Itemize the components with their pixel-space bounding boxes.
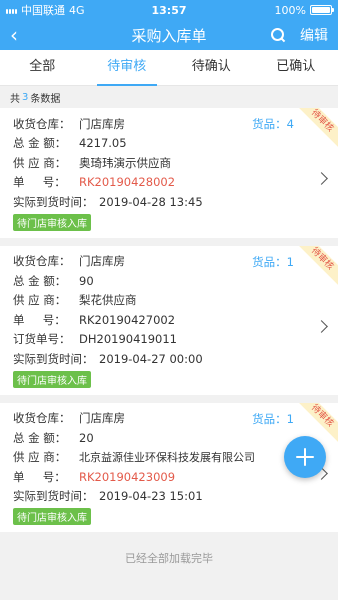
warehouse-label: 收货仓库： bbox=[13, 116, 71, 131]
battery-icon bbox=[310, 5, 334, 15]
arrival-label: 实际到货时间： bbox=[13, 351, 94, 366]
count-number: 3 bbox=[22, 91, 29, 103]
search-icon[interactable] bbox=[270, 27, 286, 43]
arrival-value: 2019-04-27 00:00 bbox=[99, 351, 203, 366]
supplier-label: 供 应 商： bbox=[13, 450, 67, 465]
status-badge: 待门店审核入库 bbox=[13, 508, 91, 525]
amount-label: 总 金 额： bbox=[13, 136, 67, 151]
supplier-value: 北京益源佳业环保科技发展有限公司 bbox=[79, 451, 255, 465]
doc-no-value: RK20190427002 bbox=[79, 312, 176, 327]
receipt-card[interactable]: 待审核 货品：1 收货仓库： 门店库房 总 金 额： 90 供 应 商： 梨花供应商 … bbox=[0, 245, 338, 395]
status-tabs: 全部 待审核 待确认 已确认 bbox=[0, 50, 338, 86]
plus-icon[interactable] bbox=[284, 436, 326, 478]
doc-no-value: RK20190423009 bbox=[79, 469, 176, 484]
arrival-label: 实际到货时间： bbox=[13, 489, 94, 504]
amount-value: 90 bbox=[79, 273, 94, 288]
load-complete-text: 已经全部加载完毕 bbox=[125, 552, 213, 565]
count-prefix: 共 bbox=[10, 93, 20, 105]
network-label: 4G bbox=[69, 3, 85, 17]
signal-icon bbox=[6, 6, 17, 14]
tab-all[interactable]: 全部 bbox=[0, 50, 85, 85]
amount-value: 4217.05 bbox=[79, 136, 127, 151]
amount-label: 总 金 额： bbox=[13, 430, 67, 445]
status-bar: 中国联通 4G 13:57 100% bbox=[0, 0, 338, 20]
order-no-label: 订货单号： bbox=[13, 332, 71, 347]
status-badge: 待门店审核入库 bbox=[13, 370, 91, 388]
supplier-label: 供 应 商： bbox=[13, 155, 67, 170]
supplier-label: 供 应 商： bbox=[13, 293, 67, 308]
order-no-value: DH20190419011 bbox=[79, 332, 177, 347]
arrival-label: 实际到货时间： bbox=[13, 194, 94, 209]
edit-button[interactable]: 编辑 bbox=[300, 25, 328, 45]
chevron-left-icon[interactable]: ‹ bbox=[10, 20, 30, 50]
warehouse-label: 收货仓库： bbox=[13, 411, 71, 426]
doc-no-label: 单 号： bbox=[13, 469, 66, 484]
arrival-value: 2019-04-23 15:01 bbox=[99, 489, 203, 504]
goods-count: 货品：1 bbox=[252, 254, 294, 269]
warehouse-value: 门店库房 bbox=[79, 254, 125, 269]
count-suffix: 条数据 bbox=[30, 93, 61, 105]
tab-confirmed[interactable]: 已确认 bbox=[254, 50, 338, 85]
status-badge: 待门店审核入库 bbox=[13, 213, 91, 231]
doc-no-label: 单 号： bbox=[13, 175, 66, 190]
receipt-card[interactable]: 待审核 货品：4 收货仓库： 门店库房 总 金 额： 4217.05 供 应 商：奥… bbox=[0, 108, 338, 238]
warehouse-value: 门店库房 bbox=[79, 411, 125, 426]
warehouse-label: 收货仓库： bbox=[13, 254, 71, 269]
carrier-label: 中国联通 bbox=[21, 4, 65, 17]
nav-bar: ‹ 采购入库单 编辑 bbox=[0, 20, 338, 50]
battery-percent: 100% bbox=[274, 3, 306, 17]
tab-pending-confirm[interactable]: 待确认 bbox=[169, 50, 254, 85]
supplier-value: 奥琦玮演示供应商 bbox=[79, 155, 171, 170]
arrival-value: 2019-04-28 13:45 bbox=[99, 194, 203, 209]
supplier-value: 梨花供应商 bbox=[79, 293, 137, 308]
doc-no-label: 单 号： bbox=[13, 312, 66, 327]
amount-label: 总 金 额： bbox=[13, 273, 67, 288]
goods-count: 货品：4 bbox=[252, 117, 294, 131]
warehouse-value: 门店库房 bbox=[79, 116, 125, 131]
goods-count: 货品：1 bbox=[252, 411, 294, 426]
record-count: 共 3 条数据 bbox=[0, 86, 338, 108]
doc-no-value: RK20190428002 bbox=[79, 175, 176, 190]
amount-value: 20 bbox=[79, 430, 94, 445]
tab-pending-review[interactable]: 待审核 bbox=[85, 50, 170, 86]
